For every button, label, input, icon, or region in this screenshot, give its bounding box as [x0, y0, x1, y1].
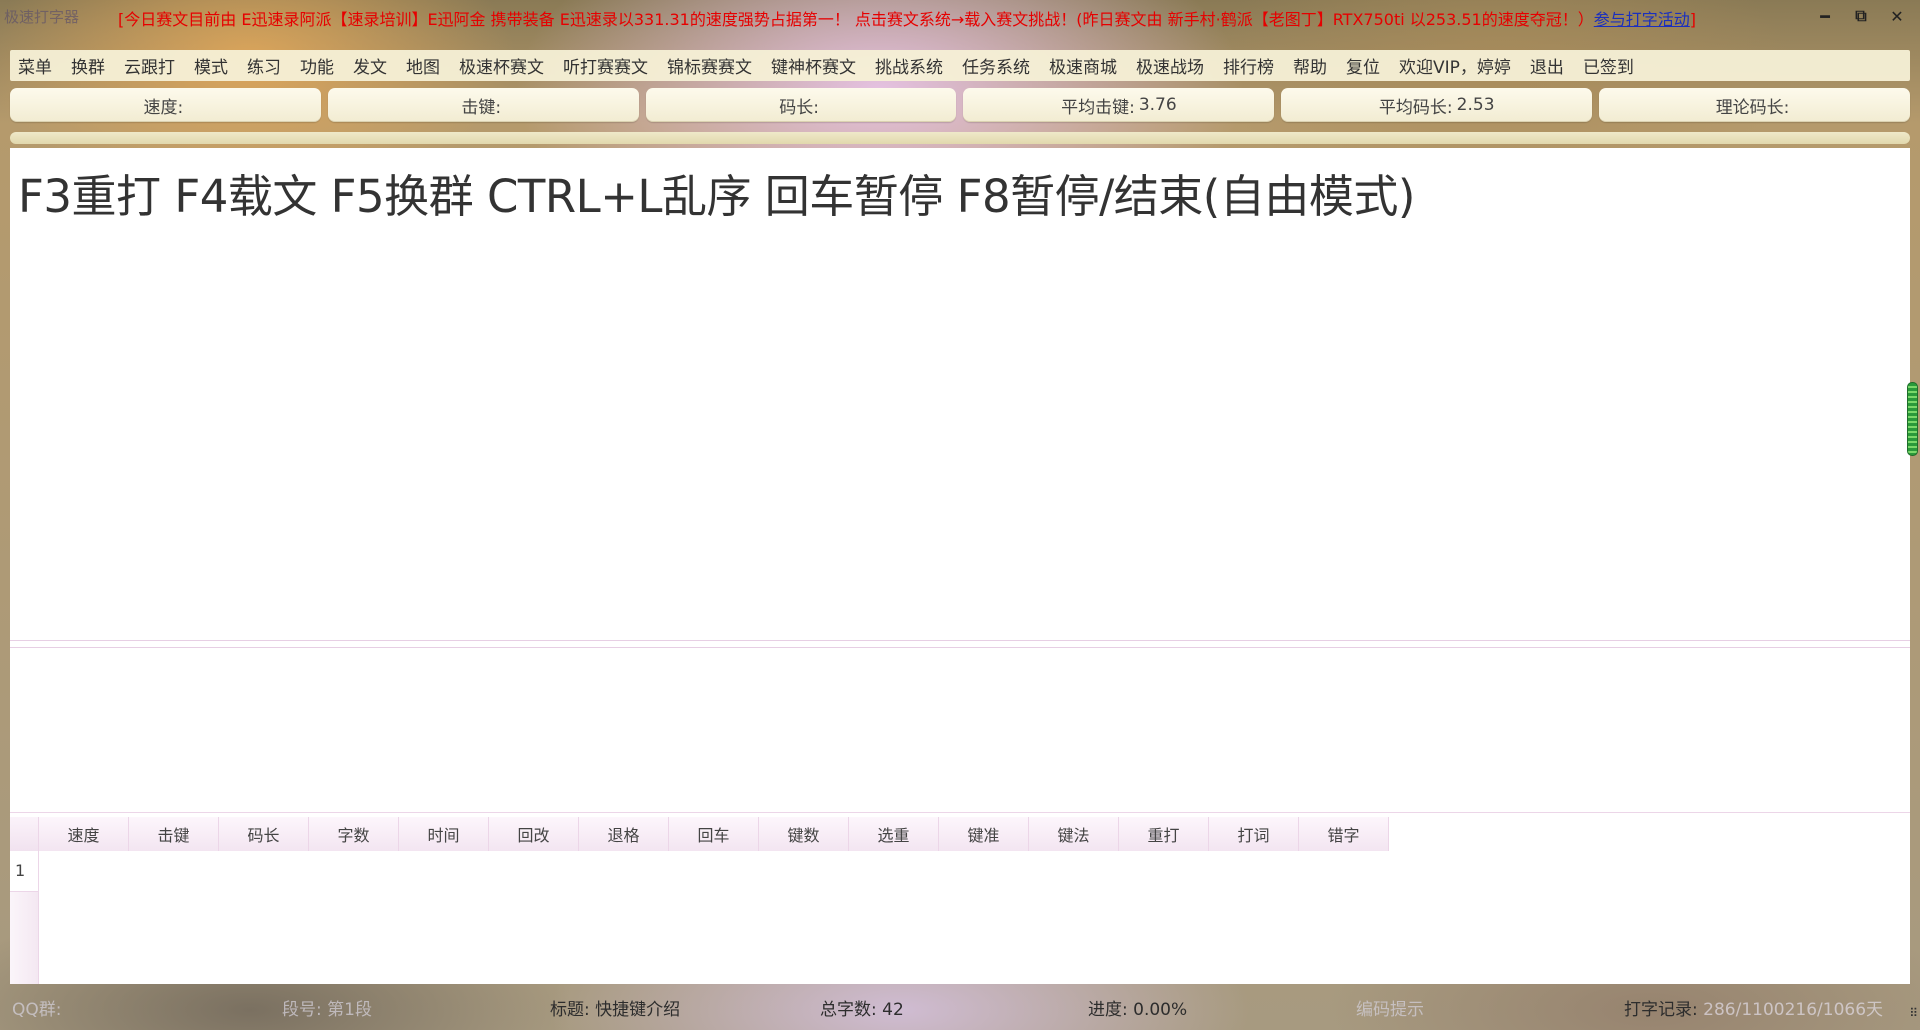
menu-item-switch-group[interactable]: 换群	[71, 53, 105, 78]
menu-item-reset[interactable]: 复位	[1346, 53, 1380, 78]
status-title-value: 快捷键介绍	[595, 1000, 681, 1020]
menu-item-menu[interactable]: 菜单	[18, 53, 52, 78]
status-total-chars-value: 42	[882, 1000, 904, 1020]
results-corner-cell	[10, 817, 39, 851]
article-display: F3重打 F4载文 F5换群 CTRL+L乱序 回车暂停 F8暂停/结束(自由模…	[10, 148, 1910, 640]
row-number: 1	[15, 861, 26, 880]
menu-item-send-text[interactable]: 发文	[353, 53, 387, 78]
stat-avg-keystroke: 平均击键: 3.76	[963, 88, 1275, 122]
stat-code-length-label: 码长:	[779, 97, 819, 118]
menu-item-championship[interactable]: 锦标赛赛文	[667, 53, 752, 78]
col-header-enter[interactable]: 回车	[669, 817, 759, 851]
col-header-key-count[interactable]: 键数	[759, 817, 849, 851]
menu-item-shop[interactable]: 极速商城	[1049, 53, 1117, 78]
minimize-button[interactable]: ━	[1814, 4, 1836, 28]
status-record-label: 打字记录:	[1624, 1000, 1698, 1020]
scrollbar-handle[interactable]	[1907, 382, 1918, 456]
status-qq-group: QQ群:	[12, 995, 62, 1020]
status-progress: 进度: 0.00%	[1088, 995, 1187, 1020]
status-title-label: 标题:	[550, 1000, 590, 1020]
status-record: 打字记录: 286/1100216/1066天	[1624, 995, 1883, 1020]
stat-keystroke-label: 击键:	[461, 97, 502, 118]
menu-item-speed-cup[interactable]: 极速杯赛文	[459, 53, 544, 78]
stat-avg-code-length-label: 平均码长:	[1378, 97, 1453, 118]
join-activity-link[interactable]: 参与打字活动	[1594, 10, 1690, 29]
col-header-corrections[interactable]: 回改	[489, 817, 579, 851]
status-progress-label: 进度:	[1088, 1000, 1128, 1020]
status-code-hint-label: 编码提示	[1356, 1000, 1424, 1020]
col-header-word-typing[interactable]: 打词	[1209, 817, 1299, 851]
window-controls: ━ ⧉ ✕	[1814, 4, 1908, 28]
status-segment-value: 第1段	[327, 1000, 372, 1020]
announcement-banner: [今日赛文目前由 E迅速录阿派【速录培训】E迅阿金 携带装备 E迅速录以331.…	[118, 6, 1758, 30]
app-title: 极速打字器	[4, 8, 80, 26]
article-input-divider	[10, 640, 1910, 648]
stat-avg-code-length: 平均码长: 2.53	[1281, 88, 1593, 122]
menu-item-listening-race[interactable]: 听打赛赛文	[563, 53, 648, 78]
typing-progress-bar	[10, 132, 1910, 144]
stat-speed-label: 速度:	[143, 97, 184, 118]
menu-item-tasks[interactable]: 任务系统	[962, 53, 1030, 78]
menu-item-challenge[interactable]: 挑战系统	[875, 53, 943, 78]
title-bar: 极速打字器 [今日赛文目前由 E迅速录阿派【速录培训】E迅阿金 携带装备 E迅速…	[0, 0, 1920, 34]
close-button[interactable]: ✕	[1886, 4, 1908, 28]
menu-item-map[interactable]: 地图	[406, 53, 440, 78]
menu-item-cloud-follow[interactable]: 云跟打	[124, 53, 175, 78]
stat-theory-code-length-label: 理论码长:	[1715, 97, 1790, 118]
menu-item-welcome-user[interactable]: 欢迎VIP，婷婷	[1399, 53, 1511, 78]
menu-item-practice[interactable]: 练习	[247, 53, 281, 78]
status-title: 标题: 快捷键介绍	[550, 995, 680, 1020]
col-header-char-count[interactable]: 字数	[309, 817, 399, 851]
status-bar: QQ群: 段号: 第1段 标题: 快捷键介绍 总字数: 42 进度: 0.00%…	[0, 988, 1920, 1024]
stat-speed: 速度:	[10, 88, 321, 122]
status-code-hint: 编码提示	[1356, 995, 1424, 1020]
status-total-chars-label: 总字数:	[820, 1000, 877, 1020]
stat-avg-code-length-value: 2.53	[1456, 95, 1495, 115]
menu-item-signed-in[interactable]: 已签到	[1583, 53, 1634, 78]
menu-item-help[interactable]: 帮助	[1293, 53, 1327, 78]
col-header-key-method[interactable]: 键法	[1029, 817, 1119, 851]
menu-item-key-god-cup[interactable]: 键神杯赛文	[771, 53, 856, 78]
results-table: 速度 击键 码长 字数 时间 回改 退格 回车 键数 选重 键准 键法 重打 打…	[10, 812, 1910, 984]
stat-keystroke: 击键:	[327, 88, 639, 122]
col-header-key-accuracy[interactable]: 键准	[939, 817, 1029, 851]
menu-item-mode[interactable]: 模式	[194, 53, 228, 78]
col-header-code-length[interactable]: 码长	[219, 817, 309, 851]
resize-grip-icon[interactable]: ⠿	[1909, 1006, 1918, 1020]
menu-item-battlefield[interactable]: 极速战场	[1136, 53, 1204, 78]
col-header-wrong-chars[interactable]: 错字	[1299, 817, 1389, 851]
menu-item-logout[interactable]: 退出	[1530, 53, 1564, 78]
table-row[interactable]: 1	[10, 851, 38, 892]
status-qq-group-label: QQ群:	[12, 1000, 62, 1020]
col-header-selection[interactable]: 选重	[849, 817, 939, 851]
stat-avg-keystroke-label: 平均击键:	[1061, 97, 1135, 118]
menu-item-leaderboard[interactable]: 排行榜	[1223, 53, 1274, 78]
stat-avg-keystroke-value: 3.76	[1138, 95, 1177, 115]
restore-button[interactable]: ⧉	[1850, 4, 1872, 28]
col-header-speed[interactable]: 速度	[39, 817, 129, 851]
col-header-retype[interactable]: 重打	[1119, 817, 1209, 851]
status-record-value: 286/1100216/1066天	[1703, 1000, 1884, 1020]
row-number-column: 1	[10, 851, 39, 984]
col-header-backspace[interactable]: 退格	[579, 817, 669, 851]
typing-input[interactable]	[10, 648, 1910, 812]
article-text: F3重打 F4载文 F5换群 CTRL+L乱序 回车暂停 F8暂停/结束(自由模…	[18, 170, 1415, 223]
status-progress-value: 0.00%	[1133, 1000, 1188, 1020]
menu-item-functions[interactable]: 功能	[300, 53, 334, 78]
announcement-text: [今日赛文目前由 E迅速录阿派【速录培训】E迅阿金 携带装备 E迅速录以331.…	[118, 10, 1594, 29]
col-header-keystroke[interactable]: 击键	[129, 817, 219, 851]
results-header: 速度 击键 码长 字数 时间 回改 退格 回车 键数 选重 键准 键法 重打 打…	[10, 817, 1389, 851]
stat-theory-code-length: 理论码长:	[1599, 88, 1910, 122]
menu-bar: 菜单 换群 云跟打 模式 练习 功能 发文 地图 极速杯赛文 听打赛赛文 锦标赛…	[10, 50, 1910, 81]
announcement-end: ]	[1689, 10, 1697, 29]
status-segment: 段号: 第1段	[282, 995, 372, 1020]
status-total-chars: 总字数: 42	[820, 995, 904, 1020]
stat-code-length: 码长:	[645, 88, 957, 122]
col-header-time[interactable]: 时间	[399, 817, 489, 851]
stats-bar: 速度: 击键: 码长: 平均击键: 3.76 平均码长: 2.53 理论码长:	[10, 88, 1910, 122]
status-segment-label: 段号:	[282, 1000, 322, 1020]
